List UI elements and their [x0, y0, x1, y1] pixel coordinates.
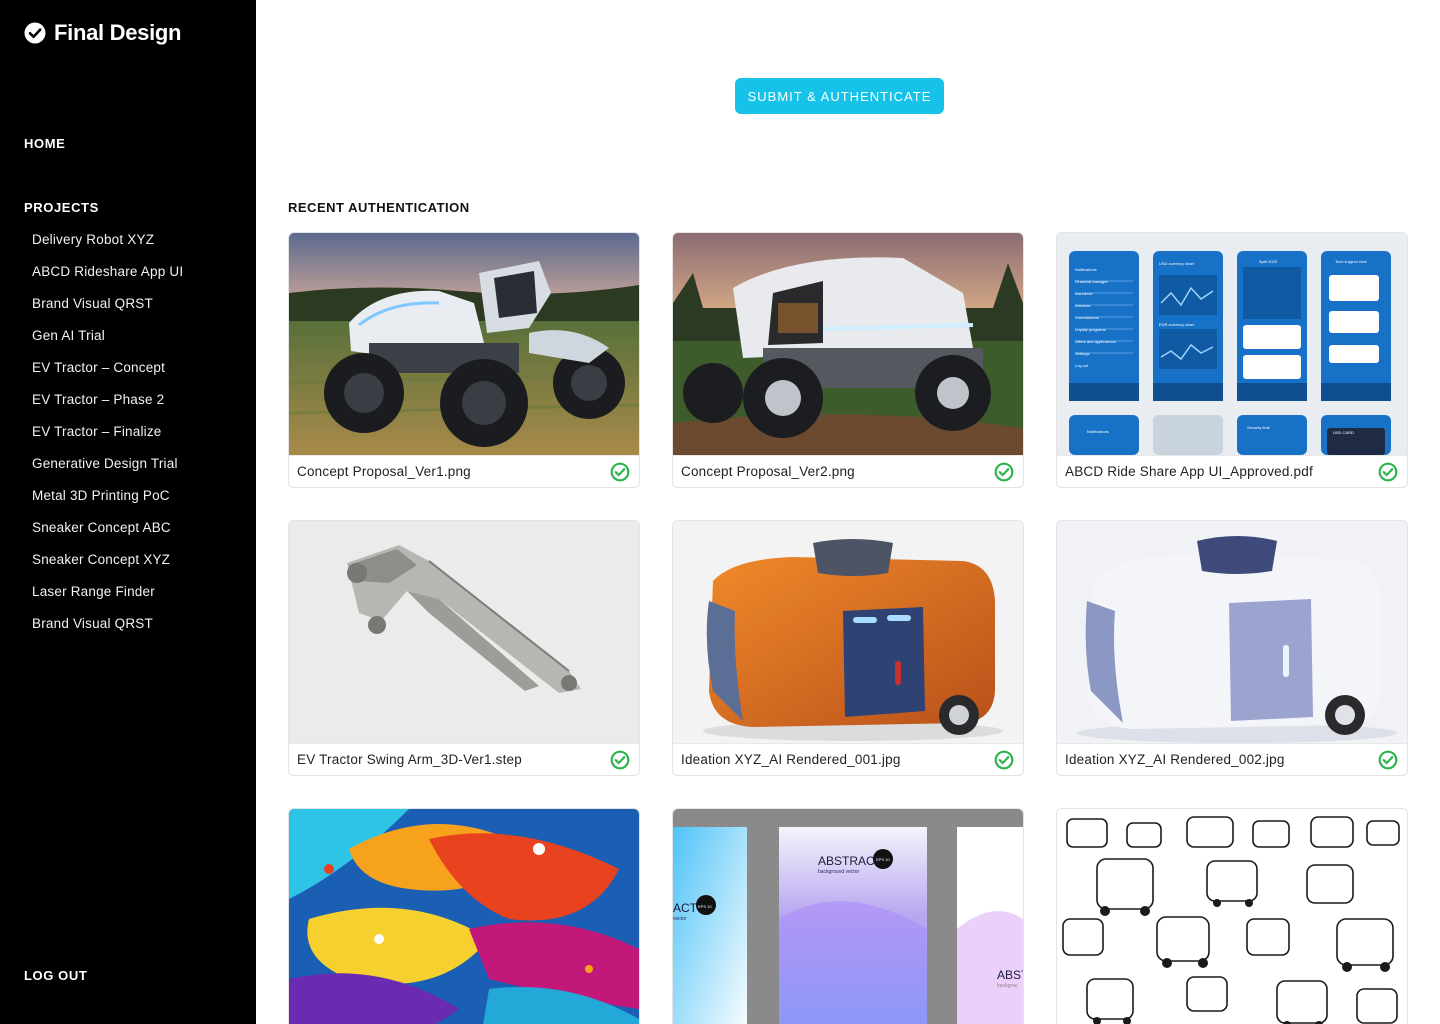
sidebar: Final Design HOME PROJECTS Delivery Robo…	[0, 0, 256, 1024]
app-menu-text: Offers and applications	[1075, 339, 1116, 344]
thumbnail-delivery-robot-orange	[673, 521, 1023, 743]
app-menu-text: Notifications	[1075, 267, 1097, 272]
auth-card[interactable]: Notifications Financial manager Insuranc…	[1056, 232, 1408, 488]
poster-title: ABSTRACT	[818, 854, 883, 868]
project-list: Delivery Robot XYZ ABCD Rideshare App UI…	[32, 230, 183, 646]
check-circle-icon	[994, 750, 1014, 770]
project-item[interactable]: EV Tractor – Concept	[32, 358, 183, 390]
project-item[interactable]: Delivery Robot XYZ	[32, 230, 183, 262]
app-menu-text: Interests	[1075, 303, 1090, 308]
poster-badge: EPS 10	[876, 857, 890, 862]
file-name: Ideation XYZ_AI Rendered_001.jpg	[681, 752, 901, 767]
auth-card[interactable]	[1056, 808, 1408, 1024]
card-caption: Concept Proposal_Ver1.png	[289, 455, 639, 487]
app-menu-text: Commissions	[1075, 315, 1099, 320]
app-header-text: Tech support chat	[1335, 259, 1367, 264]
app-menu-text: Insurance	[1075, 291, 1093, 296]
nav-projects-heading[interactable]: PROJECTS	[24, 200, 99, 215]
project-item[interactable]: Gen AI Trial	[32, 326, 183, 358]
check-circle-icon	[994, 462, 1014, 482]
auth-card[interactable]: Concept Proposal_Ver1.png	[288, 232, 640, 488]
check-circle-icon	[1378, 462, 1398, 482]
nav-home[interactable]: HOME	[24, 136, 65, 151]
auth-card[interactable]: ABSTRACT background vector EPS 10 ACT ve…	[672, 808, 1024, 1024]
thumbnail-abstract-posters: ABSTRACT background vector EPS 10 ACT ve…	[673, 809, 1023, 1024]
auth-card[interactable]: Ideation XYZ_AI Rendered_001.jpg	[672, 520, 1024, 776]
poster-left-badge: EPS 10	[698, 904, 712, 909]
submit-authenticate-button[interactable]: SUBMIT & AUTHENTICATE	[735, 78, 944, 114]
card-caption: Ideation XYZ_AI Rendered_002.jpg	[1057, 743, 1407, 775]
project-item[interactable]: Sneaker Concept ABC	[32, 518, 183, 550]
card-caption: EV Tractor Swing Arm_3D-Ver1.step	[289, 743, 639, 775]
file-name: Concept Proposal_Ver1.png	[297, 464, 471, 479]
card-caption: ABCD Ride Share App UI_Approved.pdf	[1057, 455, 1407, 487]
logout-link[interactable]: LOG OUT	[24, 968, 87, 983]
project-item[interactable]: Laser Range Finder	[32, 582, 183, 614]
app-bottom-text: Notifications	[1087, 429, 1109, 434]
card-caption: Ideation XYZ_AI Rendered_001.jpg	[673, 743, 1023, 775]
check-circle-icon	[1378, 750, 1398, 770]
project-item[interactable]: Sneaker Concept XYZ	[32, 550, 183, 582]
card-caption: Concept Proposal_Ver2.png	[673, 455, 1023, 487]
app-header-text: USD currency chart	[1159, 261, 1195, 266]
app-header-text: EUR currency chart	[1159, 322, 1195, 327]
auth-card[interactable]: Ideation XYZ_AI Rendered_002.jpg	[1056, 520, 1408, 776]
thumbnail-delivery-robot-white	[1057, 521, 1407, 743]
app-menu-text: Loyalty programs	[1075, 327, 1106, 332]
thumbnail-robot-sketches	[1057, 809, 1407, 1024]
auth-card[interactable]	[288, 808, 640, 1024]
poster-right-title: ABST	[997, 968, 1023, 982]
auth-card[interactable]: Concept Proposal_Ver2.png	[672, 232, 1024, 488]
thumbnail-abstract-paint	[289, 809, 639, 1024]
brand-name: Final Design	[54, 20, 182, 45]
app-bottom-text: USD CARD	[1333, 430, 1354, 435]
file-name: Concept Proposal_Ver2.png	[681, 464, 855, 479]
app-header-text: April 2023	[1259, 259, 1278, 264]
app-menu-text: Log out	[1075, 363, 1089, 368]
thumbnail-app-ui: Notifications Financial manager Insuranc…	[1057, 233, 1407, 455]
poster-subtitle: background vector	[818, 869, 859, 875]
project-item[interactable]: EV Tractor – Phase 2	[32, 390, 183, 422]
poster-left-subtitle: vector	[673, 916, 687, 922]
project-item[interactable]: ABCD Rideshare App UI	[32, 262, 183, 294]
auth-card[interactable]: EV Tractor Swing Arm_3D-Ver1.step	[288, 520, 640, 776]
project-item[interactable]: Generative Design Trial	[32, 454, 183, 486]
file-name: ABCD Ride Share App UI_Approved.pdf	[1065, 464, 1313, 479]
thumbnail-ev-tractor-ver1	[289, 233, 639, 455]
app-menu-text: Settings	[1075, 351, 1089, 356]
app-bottom-text: Security limit	[1247, 425, 1271, 430]
project-item[interactable]: EV Tractor – Finalize	[32, 422, 183, 454]
thumbnail-ev-tractor-ver2	[673, 233, 1023, 455]
recent-authentication-heading: RECENT AUTHENTICATION	[288, 200, 470, 215]
file-name: EV Tractor Swing Arm_3D-Ver1.step	[297, 752, 522, 767]
project-item[interactable]: Metal 3D Printing PoC	[32, 486, 183, 518]
thumbnail-swing-arm	[289, 521, 639, 743]
poster-left-title: ACT	[673, 901, 698, 915]
file-name: Ideation XYZ_AI Rendered_002.jpg	[1065, 752, 1285, 767]
check-circle-icon	[610, 750, 630, 770]
project-item[interactable]: Brand Visual QRST	[32, 294, 183, 326]
brand[interactable]: Final Design	[24, 20, 182, 46]
project-item[interactable]: Brand Visual QRST	[32, 614, 183, 646]
check-circle-icon	[24, 22, 46, 44]
poster-right-subtitle: backgrou	[997, 983, 1018, 989]
check-circle-icon	[610, 462, 630, 482]
app-menu-text: Financial manager	[1075, 279, 1109, 284]
